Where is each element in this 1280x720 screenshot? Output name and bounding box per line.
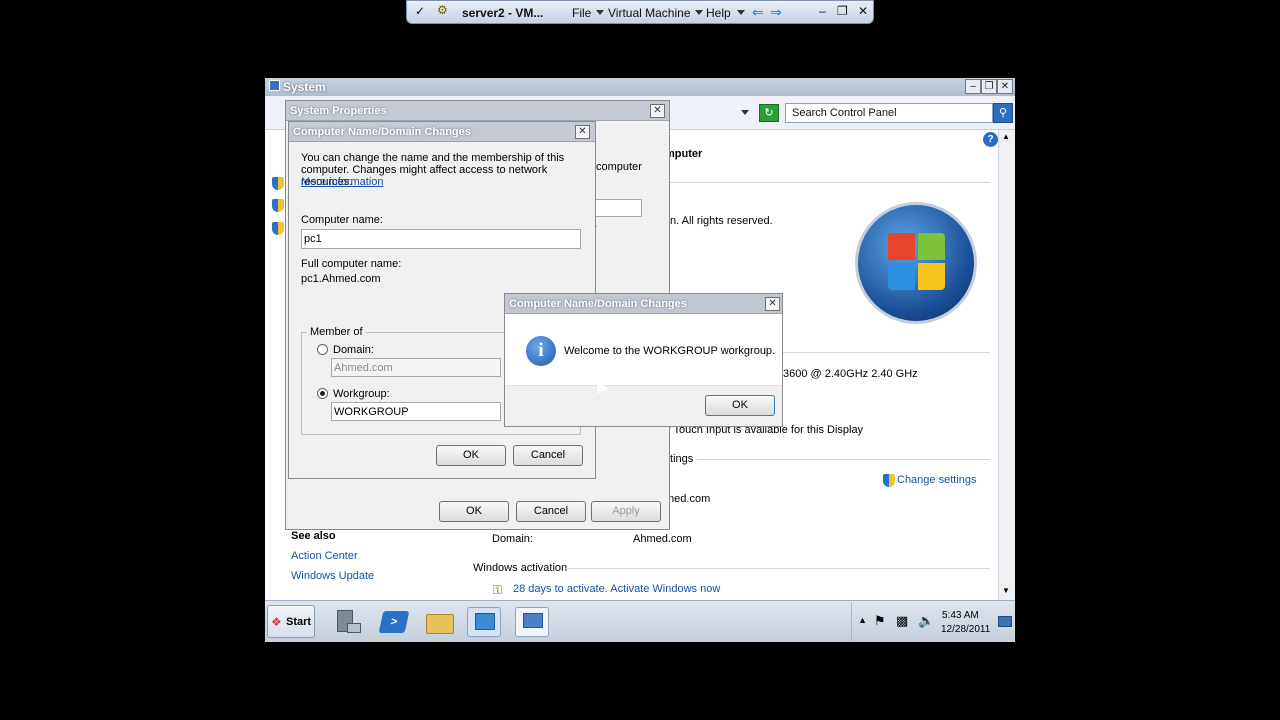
speaker-icon[interactable]: 🔈 xyxy=(918,613,934,629)
domain-radio-label: Domain: xyxy=(333,344,374,356)
apply-button[interactable]: Apply xyxy=(591,501,661,522)
close-button[interactable]: ✕ xyxy=(997,79,1013,94)
domain-radio[interactable] xyxy=(317,344,328,355)
system-properties-taskbar-icon[interactable] xyxy=(515,607,549,637)
start-button[interactable]: ❖ Start xyxy=(267,605,315,638)
change-settings-link[interactable]: Change settings xyxy=(897,474,977,486)
chevron-down-icon[interactable] xyxy=(741,106,749,118)
menu-virtual-machine[interactable]: Virtual Machine xyxy=(608,6,691,20)
ok-button[interactable]: OK xyxy=(439,501,509,522)
windows-flag-icon: ❖ xyxy=(271,615,282,629)
chevron-down-icon[interactable] xyxy=(737,5,745,19)
full-computer-name-value: pc1.Ahmed.com xyxy=(301,273,381,285)
divider xyxy=(697,459,990,460)
search-input[interactable]: Search Control Panel xyxy=(785,103,993,123)
welcome-dialog: Computer Name/Domain Changes ✕ i Welcome… xyxy=(504,293,783,427)
computer-name-input[interactable]: pc1 xyxy=(301,229,581,249)
key-icon: ⚿ xyxy=(493,583,503,597)
refresh-icon[interactable]: ↻ xyxy=(759,104,779,122)
close-button[interactable]: ✕ xyxy=(650,104,665,118)
description-input[interactable] xyxy=(593,199,642,217)
welcome-message: Welcome to the WORKGROUP workgroup. xyxy=(564,345,776,357)
divider xyxy=(565,568,990,569)
shield-icon xyxy=(272,199,284,212)
search-icon[interactable]: ⚲ xyxy=(993,103,1013,123)
workgroup-radio[interactable] xyxy=(317,388,328,399)
shield-icon xyxy=(883,474,895,487)
divider xyxy=(665,182,990,183)
info-icon: i xyxy=(526,336,556,366)
system-window-titlebar: System – ❐ ✕ xyxy=(265,78,1015,96)
computer-name-value: med.com xyxy=(665,493,711,505)
ok-button[interactable]: OK xyxy=(436,445,506,466)
action-center-link[interactable]: Action Center xyxy=(291,550,358,562)
help-icon[interactable]: ? xyxy=(983,132,998,147)
cancel-button[interactable]: Cancel xyxy=(516,501,586,522)
domain-label: Domain: xyxy=(492,533,533,545)
restore-button[interactable]: ❐ xyxy=(837,4,848,18)
domain-input[interactable]: Ahmed.com xyxy=(331,358,501,377)
flag-icon[interactable]: ⚑ xyxy=(874,613,886,629)
system-tray: ▲ ⚑ ▩ 🔈 5:43 AM 12/28/2011 xyxy=(851,603,1015,641)
vm-toolbar: ✓ ⚙ server2 - VM... File Virtual Machine… xyxy=(406,0,874,24)
system-window-title: System xyxy=(283,80,326,94)
section-header-settings: ttings xyxy=(667,453,694,465)
vm-logo-icon: ⚙ xyxy=(437,3,448,17)
powershell-icon[interactable]: > xyxy=(377,607,411,637)
shield-icon xyxy=(272,177,284,190)
control-panel-icon[interactable] xyxy=(467,607,501,637)
clock-time[interactable]: 5:43 AM xyxy=(942,610,979,621)
network-icon[interactable]: ▩ xyxy=(896,613,908,629)
close-button[interactable]: ✕ xyxy=(575,125,590,139)
restore-button[interactable]: ❐ xyxy=(981,79,997,94)
vm-title: server2 - VM... xyxy=(462,6,544,20)
cancel-button[interactable]: Cancel xyxy=(513,445,583,466)
back-arrow-icon[interactable]: ⇐ xyxy=(752,4,764,21)
activation-header: Windows activation xyxy=(473,562,568,574)
page-heading: mputer xyxy=(665,148,703,160)
workgroup-radio-label: Workgroup: xyxy=(333,388,390,400)
scroll-down-icon[interactable]: ▼ xyxy=(1002,586,1010,595)
show-hidden-icons-icon[interactable]: ▲ xyxy=(858,615,867,625)
chevron-down-icon[interactable] xyxy=(596,5,604,19)
forward-arrow-icon[interactable]: ⇒ xyxy=(770,4,782,21)
start-label: Start xyxy=(286,616,312,628)
server-manager-icon[interactable] xyxy=(331,607,365,637)
close-button[interactable]: ✕ xyxy=(765,297,780,311)
shield-icon xyxy=(272,222,284,235)
workgroup-input[interactable]: WORKGROUP xyxy=(331,402,501,421)
member-of-label: Member of xyxy=(307,326,366,338)
activate-windows-link[interactable]: 28 days to activate. Activate Windows no… xyxy=(513,583,720,595)
computer-name-changes-title: Computer Name/Domain Changes xyxy=(289,122,595,142)
windows-logo-icon xyxy=(855,202,977,324)
system-icon xyxy=(269,80,280,91)
chevron-down-icon[interactable] xyxy=(695,5,703,19)
more-information-link[interactable]: More information xyxy=(301,176,384,188)
menu-help[interactable]: Help xyxy=(706,6,731,20)
pin-icon[interactable]: ✓ xyxy=(415,4,425,18)
guest-screen: System – ❐ ✕ ↻ Search Control Panel ⚲ ? … xyxy=(265,78,1015,642)
clock-date[interactable]: 12/28/2011 xyxy=(941,624,990,635)
vertical-scrollbar[interactable]: ▲ ▼ xyxy=(998,130,1015,600)
domain-value: Ahmed.com xyxy=(633,533,692,545)
computer-text: computer xyxy=(596,161,642,173)
system-properties-title: System Properties xyxy=(286,101,669,121)
processor-text: 3600 @ 2.40GHz 2.40 GHz xyxy=(783,368,918,380)
full-computer-name-label: Full computer name: xyxy=(301,258,402,270)
see-also-heading: See also xyxy=(291,530,336,542)
minimize-button[interactable]: – xyxy=(819,4,826,18)
menu-file[interactable]: File xyxy=(572,6,591,20)
ok-button[interactable]: OK xyxy=(705,395,775,416)
scroll-up-icon[interactable]: ▲ xyxy=(1002,132,1010,141)
close-button[interactable]: ✕ xyxy=(858,4,868,18)
minimize-button[interactable]: – xyxy=(965,79,981,94)
welcome-dialog-title: Computer Name/Domain Changes xyxy=(505,294,782,314)
copyright-text: n. All rights reserved. xyxy=(670,215,773,227)
computer-name-label: Computer name: xyxy=(301,214,383,226)
show-desktop-icon[interactable] xyxy=(998,616,1012,627)
windows-update-link[interactable]: Windows Update xyxy=(291,570,374,582)
folder-icon[interactable] xyxy=(423,607,457,637)
taskbar: ❖ Start > ▲ ⚑ ▩ 🔈 5:43 AM 12/28/2011 xyxy=(265,600,1015,642)
